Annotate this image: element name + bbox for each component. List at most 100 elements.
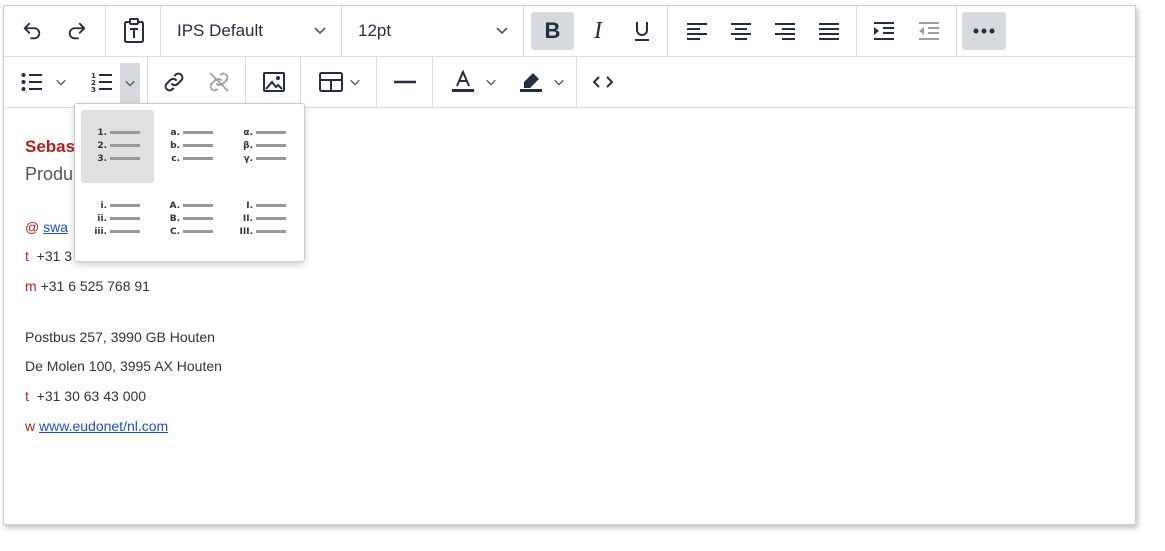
list-style-lines xyxy=(183,131,213,170)
align-right-button[interactable] xyxy=(765,12,805,50)
font-family-value: IPS Default xyxy=(177,21,263,40)
list-style-labels: A. B. C. xyxy=(169,201,180,237)
list-group: 123 xyxy=(4,57,148,107)
source-code-button[interactable] xyxy=(583,63,623,101)
chevron-down-icon xyxy=(496,27,508,35)
bold-button[interactable]: B xyxy=(531,12,574,50)
chevron-down-icon xyxy=(314,27,326,35)
list-style-lower-roman[interactable]: i. ii. iii. xyxy=(81,183,154,256)
website-line: w www.eudonet/nl.com xyxy=(25,418,168,434)
address-line-2: De Molen 100, 3995 AX Houten xyxy=(25,358,222,374)
email-prefix: @ xyxy=(25,219,40,235)
redo-button[interactable] xyxy=(59,12,95,50)
formatting-group: B I xyxy=(524,6,668,56)
undo-button[interactable] xyxy=(14,12,50,50)
address-line-1: Postbus 257, 3990 GB Houten xyxy=(25,329,215,345)
align-center-button[interactable] xyxy=(721,12,761,50)
unlink-icon xyxy=(209,72,229,92)
list-style-lower-alpha[interactable]: a. b. c. xyxy=(154,110,227,183)
toolbar-row-secondary: 123 xyxy=(4,57,1135,108)
font-family-select[interactable]: IPS Default xyxy=(161,6,342,56)
website-link[interactable]: www.eudonet/nl.com xyxy=(39,418,168,434)
align-center-icon xyxy=(731,23,751,40)
justify-icon xyxy=(819,23,839,40)
outdent-button[interactable] xyxy=(909,12,949,50)
tel-value: +31 3 xyxy=(36,248,73,264)
chevron-down-icon xyxy=(56,79,66,86)
text-color-button[interactable] xyxy=(443,63,505,101)
underline-button[interactable] xyxy=(622,12,662,50)
signature-name: Sebas xyxy=(25,137,76,156)
highlight-color-button[interactable] xyxy=(511,63,573,101)
office-tel-prefix: t xyxy=(25,388,29,404)
redo-icon xyxy=(68,22,86,40)
more-icon xyxy=(973,28,995,34)
align-left-icon xyxy=(687,23,707,40)
svg-text:3: 3 xyxy=(91,86,96,93)
list-style-lines xyxy=(256,131,286,170)
numbered-list-style-menu: 1. 2. 3. a. b. c. α. β. γ. i. ii. iii. A. B. C. I.… xyxy=(74,103,305,262)
horizontal-line-icon xyxy=(394,80,416,84)
list-style-upper-alpha[interactable]: A. B. C. xyxy=(154,183,227,256)
code-icon xyxy=(592,76,614,88)
highlight-icon xyxy=(520,73,542,92)
bullet-list-icon xyxy=(21,73,42,91)
table-group xyxy=(301,57,377,107)
text-color-icon xyxy=(452,70,474,92)
undo-icon xyxy=(23,22,41,40)
numbered-list-button[interactable]: 123 xyxy=(84,63,120,101)
list-style-labels: a. b. c. xyxy=(170,128,180,164)
chevron-down-icon xyxy=(486,79,496,86)
signature-tel-line: t +31 3 xyxy=(25,248,72,264)
horizontal-line-button[interactable] xyxy=(385,63,425,101)
image-group xyxy=(246,57,301,107)
bullet-list-button[interactable] xyxy=(14,63,74,101)
unlink-button[interactable] xyxy=(199,63,239,101)
list-style-lines xyxy=(110,131,140,170)
outdent-icon xyxy=(919,22,939,40)
insert-table-button[interactable] xyxy=(311,63,369,101)
signature-role: Produ xyxy=(25,164,74,184)
italic-icon: I xyxy=(594,17,602,44)
font-size-value: 12pt xyxy=(358,21,392,40)
list-style-lower-greek[interactable]: α. β. γ. xyxy=(227,110,300,183)
color-group xyxy=(433,57,577,107)
list-style-decimal[interactable]: 1. 2. 3. xyxy=(81,110,154,183)
alignment-group xyxy=(668,6,857,56)
bold-icon: B xyxy=(544,18,561,43)
list-style-lines xyxy=(183,204,213,243)
web-prefix: w xyxy=(25,418,36,434)
align-left-button[interactable] xyxy=(677,12,717,50)
indent-button[interactable] xyxy=(864,12,904,50)
font-size-select[interactable]: 12pt xyxy=(342,6,524,56)
list-style-lines xyxy=(110,204,140,243)
email-link[interactable]: swa xyxy=(43,219,68,235)
paste-as-text-button[interactable] xyxy=(115,12,153,50)
mobile-prefix: m xyxy=(25,278,37,294)
link-icon xyxy=(164,72,184,92)
indent-group xyxy=(857,6,957,56)
list-style-upper-roman[interactable]: I. II. III. xyxy=(227,183,300,256)
insert-image-button[interactable] xyxy=(254,63,294,101)
history-group xyxy=(4,6,106,56)
list-style-labels: i. ii. iii. xyxy=(94,201,107,237)
insert-link-button[interactable] xyxy=(154,63,194,101)
toolbar-row-primary: IPS Default 12pt B I xyxy=(4,6,1135,57)
tel-prefix: t xyxy=(25,248,29,264)
hr-group xyxy=(377,57,433,107)
justify-button[interactable] xyxy=(809,12,849,50)
mobile-value: +31 6 525 768 91 xyxy=(40,278,150,294)
italic-button[interactable]: I xyxy=(578,12,618,50)
list-style-labels: I. II. III. xyxy=(239,201,253,237)
image-icon xyxy=(263,72,285,92)
rich-text-editor: IPS Default 12pt B I 1 2 3 Sebas Produ @… xyxy=(3,5,1136,525)
clipboard-group xyxy=(106,6,161,56)
indent-icon xyxy=(874,22,894,40)
numbered-list-dropdown-toggle[interactable] xyxy=(120,63,140,103)
office-tel-line: t +31 30 63 43 000 xyxy=(25,388,146,404)
chevron-down-icon xyxy=(350,79,360,86)
align-right-icon xyxy=(775,23,795,40)
link-group xyxy=(148,57,246,107)
list-style-labels: 1. 2. 3. xyxy=(97,128,107,164)
more-button[interactable] xyxy=(962,12,1006,50)
